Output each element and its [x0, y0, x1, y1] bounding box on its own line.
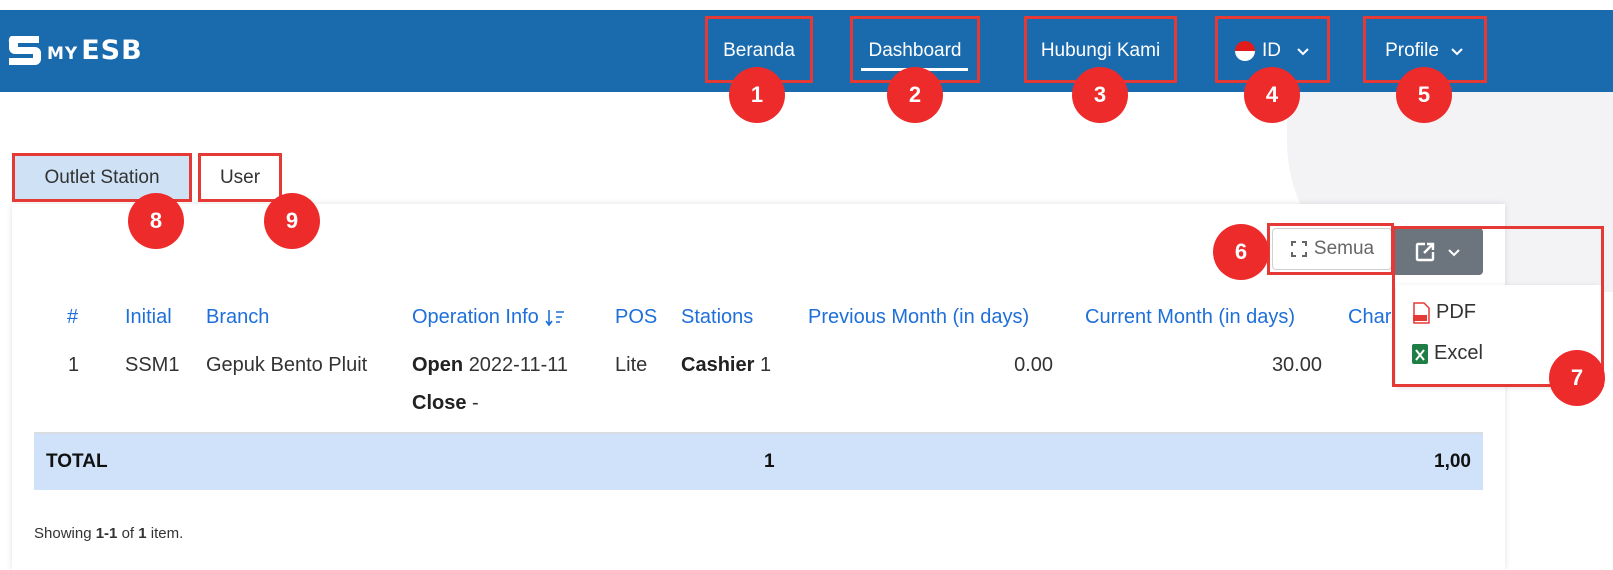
tab-user-label: User [219, 166, 261, 188]
navbar: MY ESB Beranda Dashboard Hubungi Kami ID… [0, 10, 1613, 92]
col-header-stations[interactable]: Stations [681, 306, 753, 329]
nav-hubungi-label: Hubungi Kami [1040, 40, 1161, 61]
brand-my: MY [47, 43, 79, 64]
excel-file-icon [1412, 343, 1428, 364]
total-charge: 1,00 [1434, 451, 1471, 472]
col-header-no[interactable]: # [67, 306, 78, 329]
nav-beranda-label: Beranda [723, 40, 795, 61]
tab-outlet-station-label: Outlet Station [44, 166, 160, 188]
annotation-marker-2: 2 [887, 67, 943, 123]
external-link-icon [1415, 242, 1434, 261]
showing-count: 1 [138, 525, 147, 542]
close-label: Close [412, 392, 467, 414]
tab-user[interactable]: User [198, 155, 282, 200]
col-header-current-month[interactable]: Current Month (in days) [1085, 306, 1295, 329]
col-header-pos[interactable]: POS [615, 306, 657, 329]
col-header-initial[interactable]: Initial [125, 306, 172, 329]
excel-label: Excel [1434, 342, 1483, 364]
open-value: 2022-11-11 [468, 354, 569, 376]
brand-logo[interactable]: MY ESB [5, 32, 143, 68]
profile-label: Profile [1385, 40, 1439, 61]
pdf-label: PDF [1436, 301, 1476, 323]
cell-operation-close: Close - [412, 392, 479, 415]
sort-desc-icon [545, 309, 564, 326]
cell-branch: Gepuk Bento Pluit [206, 354, 368, 376]
annotation-marker-6: 6 [1213, 224, 1269, 280]
station-count: 1 [759, 354, 772, 376]
fullscreen-all-button[interactable]: Semua [1272, 228, 1392, 270]
pdf-file-icon [1413, 301, 1430, 324]
top-strip [0, 0, 1613, 10]
showing-prefix: Showing [34, 525, 96, 542]
annotation-marker-9: 9 [264, 193, 320, 249]
cell-current-month: 30.00 [1271, 354, 1322, 376]
chevron-down-icon [1447, 248, 1460, 256]
esb-logo-icon [8, 36, 41, 65]
fullscreen-icon [1290, 241, 1307, 257]
pagination-summary: Showing 1-1 of 1 item. [34, 525, 183, 542]
annotation-marker-3: 3 [1072, 67, 1128, 123]
export-button[interactable] [1392, 228, 1483, 275]
station-label: Cashier [681, 354, 755, 376]
annotation-marker-1: 1 [729, 67, 785, 123]
nav-dashboard-label: Dashboard [868, 40, 962, 61]
cell-pos: Lite [615, 354, 648, 376]
cell-previous-month: 0.00 [1014, 354, 1053, 376]
export-pdf-option[interactable]: PDF [1412, 301, 1476, 324]
showing-range: 1-1 [95, 525, 118, 542]
semua-label: Semua [1313, 238, 1375, 259]
total-label: TOTAL [46, 451, 108, 472]
annotation-marker-7: 7 [1549, 350, 1605, 406]
showing-suffix: item. [146, 525, 184, 542]
annotation-marker-8: 8 [128, 193, 184, 249]
cell-stations: Cashier 1 [681, 354, 771, 377]
cell-initial: SSM1 [125, 354, 180, 376]
table-total-row: TOTAL 1 1,00 [34, 434, 1483, 490]
page: MY ESB Beranda Dashboard Hubungi Kami ID… [0, 0, 1613, 570]
brand-esb: ESB [81, 34, 143, 66]
indonesia-flag-icon [1235, 41, 1255, 61]
col-header-operation-info[interactable]: Operation Info [412, 306, 567, 329]
chevron-down-icon [1451, 48, 1463, 56]
language-label: ID [1262, 40, 1281, 61]
annotation-marker-4: 4 [1244, 67, 1300, 123]
brand-name: MY ESB [47, 35, 143, 66]
cell-no: 1 [68, 354, 80, 376]
close-value: - [472, 392, 479, 414]
col-header-branch[interactable]: Branch [206, 306, 269, 329]
showing-of: of [117, 525, 139, 542]
tab-outlet-station[interactable]: Outlet Station [12, 155, 192, 200]
chevron-down-icon [1297, 48, 1309, 56]
total-stations: 1 [764, 451, 775, 472]
col-header-previous-month[interactable]: Previous Month (in days) [808, 306, 1029, 329]
annotation-marker-5: 5 [1396, 67, 1452, 123]
col-header-charge[interactable]: Char [1348, 306, 1391, 329]
open-label: Open [412, 354, 464, 376]
export-excel-option[interactable]: Excel [1412, 342, 1483, 365]
operation-info-label: Operation Info [412, 306, 539, 328]
cell-operation-open: Open 2022-11-11 [412, 354, 568, 377]
